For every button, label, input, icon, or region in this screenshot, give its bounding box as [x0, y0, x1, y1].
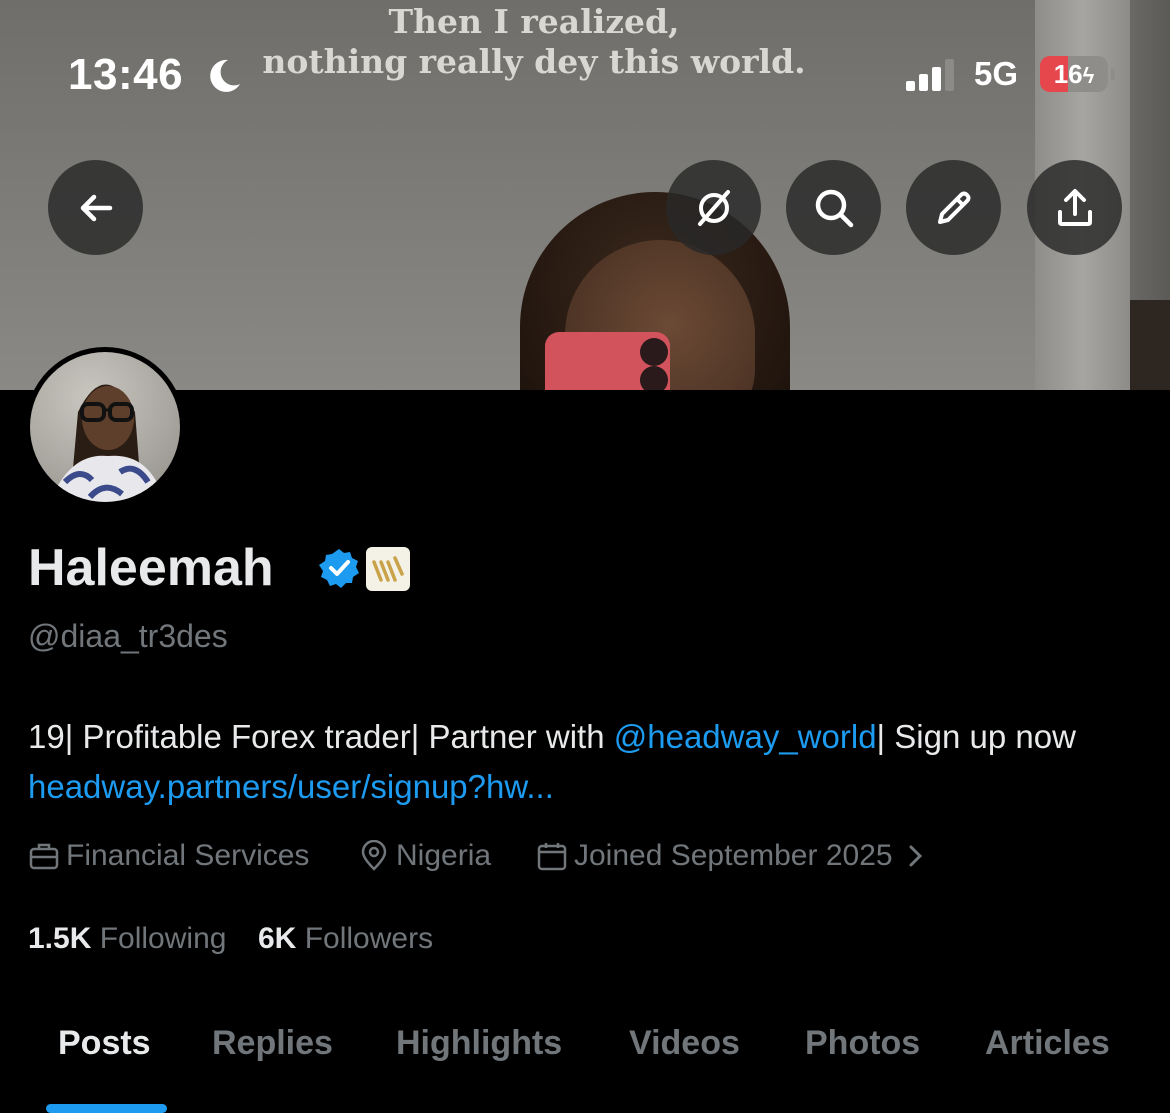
followers-count: 6K — [258, 922, 297, 955]
joined-text: Joined September 2025 — [574, 839, 893, 872]
tab-replies[interactable]: Replies — [212, 1024, 333, 1063]
tab-articles[interactable]: Articles — [985, 1024, 1110, 1063]
profile-joined[interactable]: Joined September 2025 — [536, 836, 937, 876]
share-button[interactable] — [1027, 160, 1122, 255]
battery-indicator: 16ϟ — [1040, 56, 1108, 92]
tab-videos[interactable]: Videos — [629, 1024, 740, 1063]
following-label: Following — [99, 922, 227, 955]
avatar-portrait — [50, 384, 165, 502]
status-time: 13:46 — [68, 50, 184, 99]
bio-url-link[interactable]: headway.partners/user/signup?hw... — [28, 768, 554, 805]
chevron-right-icon — [909, 845, 922, 867]
banner-quote-line-1: Then I realized, — [388, 2, 680, 41]
network-type: 5G — [974, 55, 1019, 92]
share-icon — [1057, 188, 1092, 226]
battery-level: 16ϟ — [1040, 56, 1108, 92]
profile-name: Haleemah — [28, 539, 274, 597]
headway-logo-icon — [372, 556, 404, 582]
following-count: 1.5K — [28, 922, 92, 955]
battery-nub — [1111, 68, 1115, 80]
briefcase-icon — [29, 843, 59, 870]
profile-bio: 19| Profitable Forex trader| Partner wit… — [28, 712, 1148, 812]
search-icon — [815, 189, 853, 227]
affiliate-badge[interactable] — [366, 547, 410, 591]
signal-strength-icon — [906, 59, 954, 91]
followers-label: Followers — [304, 922, 434, 955]
profile-handle: @diaa_tr3des — [28, 618, 228, 654]
grok-button[interactable] — [666, 160, 761, 255]
edit-button[interactable] — [906, 160, 1001, 255]
tab-highlights[interactable]: Highlights — [396, 1024, 562, 1063]
profile-avatar[interactable] — [25, 347, 185, 507]
tab-photos[interactable]: Photos — [805, 1024, 920, 1063]
location-pin-icon — [361, 840, 387, 871]
banner-phone-camera — [640, 366, 668, 390]
back-button[interactable] — [48, 160, 143, 255]
active-tab-indicator — [46, 1104, 167, 1113]
banner-plant — [1130, 300, 1170, 390]
banner-phone-camera — [640, 338, 668, 366]
following-stat[interactable]: 1.5K Following — [28, 922, 226, 956]
profile-location: Nigeria — [358, 836, 491, 876]
avatar-image — [30, 352, 180, 502]
moon-icon — [210, 59, 240, 92]
arrow-left-icon — [80, 194, 112, 221]
bio-mention-link[interactable]: @headway_world — [614, 718, 877, 755]
battery-level-text: 16 — [1053, 59, 1083, 89]
bio-text: | Sign up now — [876, 718, 1076, 755]
location-text: Nigeria — [396, 839, 492, 872]
tab-posts[interactable]: Posts — [58, 1024, 151, 1063]
search-button[interactable] — [786, 160, 881, 255]
bio-text: 19| Profitable Forex trader| Partner wit… — [28, 718, 614, 755]
category-text: Financial Services — [66, 839, 310, 872]
grok-icon — [697, 189, 730, 226]
verified-badge-icon[interactable] — [318, 547, 360, 589]
charging-bolt-icon: ϟ — [1082, 63, 1095, 88]
calendar-icon — [537, 843, 567, 871]
followers-stat[interactable]: 6K Followers — [258, 922, 433, 956]
profile-category: Financial Services — [28, 836, 309, 876]
pencil-icon — [937, 191, 970, 224]
